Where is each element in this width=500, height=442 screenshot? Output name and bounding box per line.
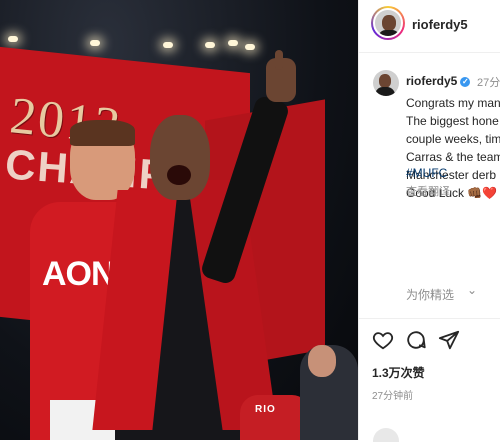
translate-link[interactable]: 查看翻译 xyxy=(406,183,450,199)
share-icon[interactable] xyxy=(438,329,460,351)
avatar xyxy=(373,8,403,38)
verified-badge-icon: ✓ xyxy=(460,77,471,87)
post-timestamp: 27分钟前 xyxy=(372,391,414,402)
stadium-lights xyxy=(0,0,358,60)
caption-line: Congrats my man xyxy=(406,96,500,110)
like-count[interactable]: 1.3万次赞 xyxy=(372,364,425,381)
caption: rioferdy5 ✓ 27分 Congrats my man The bigge… xyxy=(359,66,500,246)
chevron-down-icon[interactable]: ⌄ xyxy=(467,283,477,297)
caption-avatar[interactable] xyxy=(373,70,399,96)
jersey-text: RIO xyxy=(255,404,276,415)
post-header: rioferdy5 xyxy=(359,0,500,53)
action-bar: 1.3万次赞 27分钟前 xyxy=(359,318,500,419)
post-side-panel: rioferdy5 rioferdy5 ✓ 27分 Congrats my man… xyxy=(358,0,500,442)
selected-for-you[interactable]: 为你精选 xyxy=(406,286,454,303)
hashtag-link[interactable]: #MUFC xyxy=(406,166,447,180)
story-avatar[interactable] xyxy=(371,6,405,40)
heart-icon[interactable] xyxy=(372,329,394,351)
post-image[interactable]: 2013 CHAMPIONS AON RIO xyxy=(0,0,358,440)
comment-icon[interactable] xyxy=(405,329,427,351)
caption-line: Carras & the team xyxy=(406,150,500,164)
shirt-sponsor: AON xyxy=(42,255,116,293)
caption-username[interactable]: rioferdy5 ✓ xyxy=(406,74,471,88)
caption-line: couple weeks, tim xyxy=(406,132,500,146)
caption-time: 27分 xyxy=(477,77,500,89)
caption-line: The biggest hone xyxy=(406,114,499,128)
header-username[interactable]: rioferdy5 xyxy=(412,17,468,32)
